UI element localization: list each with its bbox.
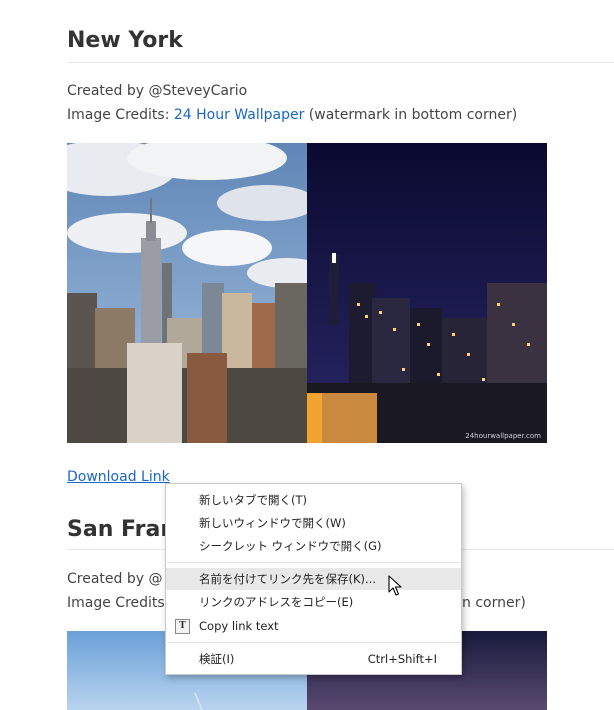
menu-item-save-link-as[interactable]: 名前を付けてリンク先を保存(K)... (166, 568, 461, 590)
menu-item-copy-link-address[interactable]: リンクのアドレスをコピー(E) (166, 591, 461, 613)
menu-item-label: 新しいウィンドウで開く(W) (199, 516, 346, 530)
section2-created-by: Created by @ (67, 571, 163, 587)
image-credits: Image Credits: 24 Hour Wallpaper (waterm… (67, 107, 517, 123)
mouse-pointer-icon (388, 575, 402, 601)
menu-item-label: Copy link text (199, 619, 279, 633)
menu-item-label: シークレット ウィンドウで開く(G) (199, 539, 382, 553)
download-link[interactable]: Download Link (67, 469, 170, 485)
menu-item-shortcut: Ctrl+Shift+I (367, 652, 437, 666)
menu-separator (167, 642, 460, 643)
text-icon: T (175, 619, 190, 634)
section2-credits: Image Credits (67, 595, 165, 611)
section2-credits-tail: n corner) (462, 595, 526, 611)
menu-item-label: リンクのアドレスをコピー(E) (199, 595, 354, 609)
menu-item-label: 検証(I) (199, 652, 235, 666)
menu-separator (167, 562, 460, 563)
menu-item-inspect[interactable]: 検証(I) Ctrl+Shift+I (166, 648, 461, 670)
menu-item-open-new-window[interactable]: 新しいウィンドウで開く(W) (166, 512, 461, 534)
page-title: New York (67, 28, 183, 53)
download-link-text[interactable]: Download Link (67, 469, 170, 485)
menu-item-open-incognito[interactable]: シークレット ウィンドウで開く(G) (166, 535, 461, 557)
menu-item-open-new-tab[interactable]: 新しいタブで開く(T) (166, 489, 461, 511)
created-by-text: Created by @SteveyCario (67, 83, 248, 99)
menu-item-label: 新しいタブで開く(T) (199, 493, 307, 507)
credits-suffix: (watermark in bottom corner) (304, 107, 518, 123)
credits-prefix: Image Credits: (67, 107, 174, 123)
new-york-image: 24hourwallpaper.com (67, 143, 547, 443)
menu-item-copy-link-text[interactable]: T Copy link text (166, 615, 461, 637)
context-menu: 新しいタブで開く(T) 新しいウィンドウで開く(W) シークレット ウィンドウで… (165, 483, 462, 675)
credits-link[interactable]: 24 Hour Wallpaper (174, 107, 304, 123)
title-divider (67, 62, 614, 63)
menu-item-label: 名前を付けてリンク先を保存(K)... (199, 572, 376, 586)
image-watermark: 24hourwallpaper.com (465, 432, 541, 440)
